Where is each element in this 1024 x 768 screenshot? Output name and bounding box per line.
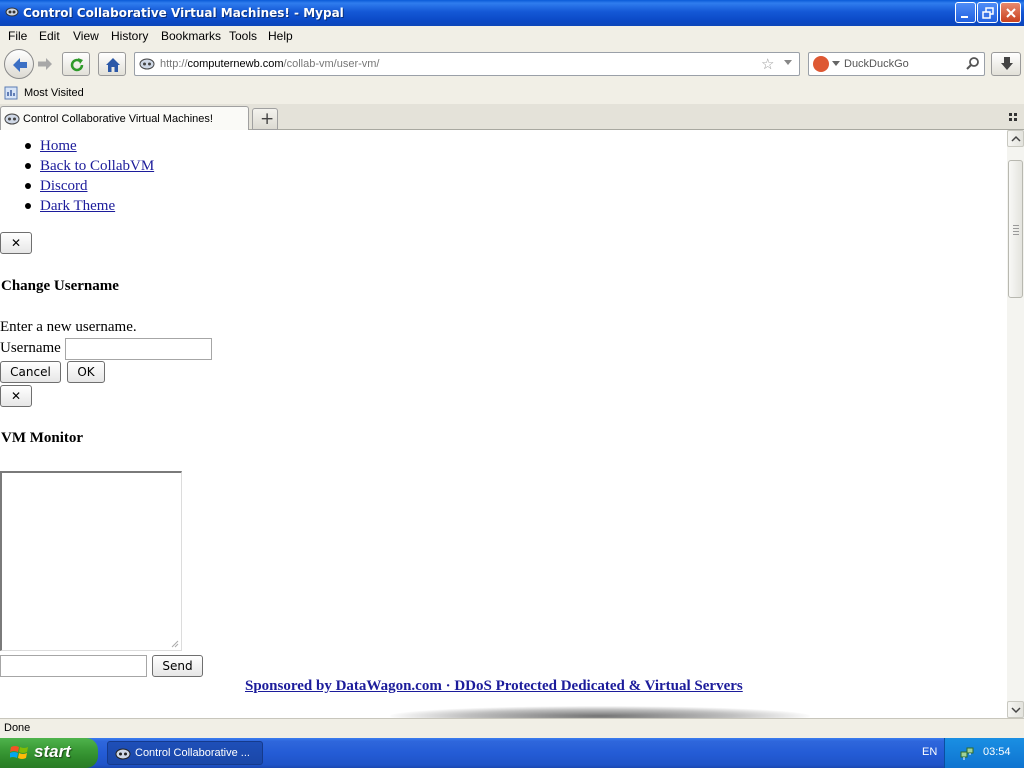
window-title: Control Collaborative Virtual Machines! …	[23, 6, 344, 20]
tab-favicon-icon	[4, 113, 20, 125]
username-dialog-close-button[interactable]: ✕	[0, 232, 32, 254]
url-text: http://computernewb.com/collab-vm/user-v…	[160, 58, 380, 70]
reload-icon	[70, 58, 84, 72]
start-label: start	[34, 742, 71, 761]
reload-button[interactable]	[62, 52, 90, 76]
search-icon[interactable]	[965, 56, 981, 72]
back-to-collabvm-link[interactable]: Back to CollabVM	[40, 158, 154, 174]
tab-strip: Control Collaborative Virtual Machines! …	[0, 104, 1024, 131]
duckduckgo-icon[interactable]	[813, 56, 829, 72]
home-button[interactable]	[98, 52, 126, 76]
menu-history[interactable]: History	[111, 29, 148, 43]
home-link[interactable]: Home	[40, 138, 77, 154]
list-item: Home	[24, 136, 154, 156]
restore-icon	[982, 7, 994, 19]
sponsor-link[interactable]: Sponsored by DataWagon.com · DDoS Protec…	[245, 678, 743, 695]
url-prefix: http://	[160, 58, 188, 70]
navigation-toolbar: http://computernewb.com/collab-vm/user-v…	[0, 47, 1024, 82]
tab-collabvm[interactable]: Control Collaborative Virtual Machines!	[0, 106, 249, 131]
thumb-grip	[1013, 225, 1019, 237]
site-nav-list: Home Back to CollabVM Discord Dark Theme	[24, 136, 154, 216]
vm-monitor-heading: VM Monitor	[1, 430, 84, 446]
resize-grip-icon[interactable]	[171, 640, 179, 648]
site-identity-icon	[139, 58, 155, 70]
url-dropdown-icon[interactable]	[783, 59, 793, 67]
restore-button[interactable]	[977, 2, 998, 23]
chevron-up-icon	[1011, 135, 1021, 142]
network-icon[interactable]	[959, 745, 975, 761]
title-bar: Control Collaborative Virtual Machines! …	[0, 0, 1024, 26]
forward-arrow-icon[interactable]	[36, 55, 54, 73]
page-content: Home Back to CollabVM Discord Dark Theme…	[0, 130, 1007, 718]
address-bar[interactable]: http://computernewb.com/collab-vm/user-v…	[134, 52, 800, 76]
bookmark-star-icon[interactable]: ☆	[761, 55, 774, 73]
close-window-button[interactable]	[1000, 2, 1021, 23]
menu-view[interactable]: View	[73, 29, 99, 43]
download-icon	[1001, 57, 1013, 70]
menu-file[interactable]: File	[8, 29, 27, 43]
scroll-down-button[interactable]	[1007, 701, 1024, 718]
minimize-button[interactable]	[955, 2, 976, 23]
tab-list-icon[interactable]	[1009, 113, 1017, 121]
username-label: Username	[0, 340, 61, 356]
start-button[interactable]: start	[0, 738, 98, 768]
dark-theme-link[interactable]: Dark Theme	[40, 198, 115, 214]
tab-label: Control Collaborative Virtual Machines!	[23, 113, 213, 125]
send-button[interactable]: Send	[152, 655, 203, 677]
engine-dropdown-icon[interactable]	[832, 61, 840, 67]
clock: 03:54	[983, 746, 1011, 758]
ok-button[interactable]: OK	[67, 361, 105, 383]
cancel-button[interactable]: Cancel	[0, 361, 61, 383]
list-item: Back to CollabVM	[24, 156, 154, 176]
minimize-icon	[961, 16, 968, 18]
status-text: Done	[4, 722, 31, 734]
username-input[interactable]	[65, 338, 212, 360]
back-arrow-icon	[13, 58, 27, 72]
system-tray: 03:54	[944, 738, 1024, 768]
sponsor-shadow	[390, 706, 810, 718]
close-icon	[1006, 8, 1016, 18]
discord-link[interactable]: Discord	[40, 178, 88, 194]
windows-flag-icon	[10, 746, 28, 759]
url-domain: computernewb.com	[187, 58, 284, 70]
search-bar[interactable]: DuckDuckGo	[808, 52, 985, 76]
language-indicator[interactable]: EN	[922, 746, 937, 758]
most-visited-link[interactable]: Most Visited	[24, 87, 84, 99]
menu-edit[interactable]: Edit	[39, 29, 60, 43]
menu-help[interactable]: Help	[268, 29, 293, 43]
search-placeholder: DuckDuckGo	[844, 58, 909, 70]
vertical-scrollbar[interactable]	[1007, 130, 1024, 718]
monitor-command-input[interactable]	[0, 655, 147, 677]
vm-monitor-close-button[interactable]: ✕	[0, 385, 32, 407]
change-username-heading: Change Username	[1, 278, 119, 294]
vm-monitor-textarea[interactable]	[0, 471, 182, 651]
plus-icon: +	[260, 109, 275, 129]
scroll-up-button[interactable]	[1007, 130, 1024, 147]
taskbar-window-button[interactable]: Control Collaborative ...	[107, 741, 263, 765]
home-icon	[106, 58, 120, 72]
url-path: /collab-vm/user-vm/	[283, 58, 380, 70]
taskbar-app-icon	[115, 748, 131, 760]
most-visited-icon	[4, 86, 18, 100]
list-item: Dark Theme	[24, 196, 154, 216]
taskbar: start Control Collaborative ... EN 03:54	[0, 738, 1024, 768]
menu-bar: File Edit View History Bookmarks Tools H…	[0, 26, 1024, 47]
username-prompt: Enter a new username.	[0, 319, 137, 335]
taskbar-window-label: Control Collaborative ...	[135, 747, 250, 759]
list-item: Discord	[24, 176, 154, 196]
new-tab-button[interactable]: +	[252, 108, 278, 130]
menu-bookmarks[interactable]: Bookmarks	[161, 29, 221, 43]
scrollbar-thumb[interactable]	[1008, 160, 1023, 298]
menu-tools[interactable]: Tools	[229, 29, 257, 43]
back-button[interactable]	[4, 49, 34, 79]
status-bar: Done	[0, 718, 1024, 738]
mypal-icon	[5, 7, 19, 17]
downloads-button[interactable]	[991, 52, 1021, 76]
bookmarks-toolbar: Most Visited	[0, 82, 1024, 104]
chevron-down-icon	[1011, 707, 1021, 714]
